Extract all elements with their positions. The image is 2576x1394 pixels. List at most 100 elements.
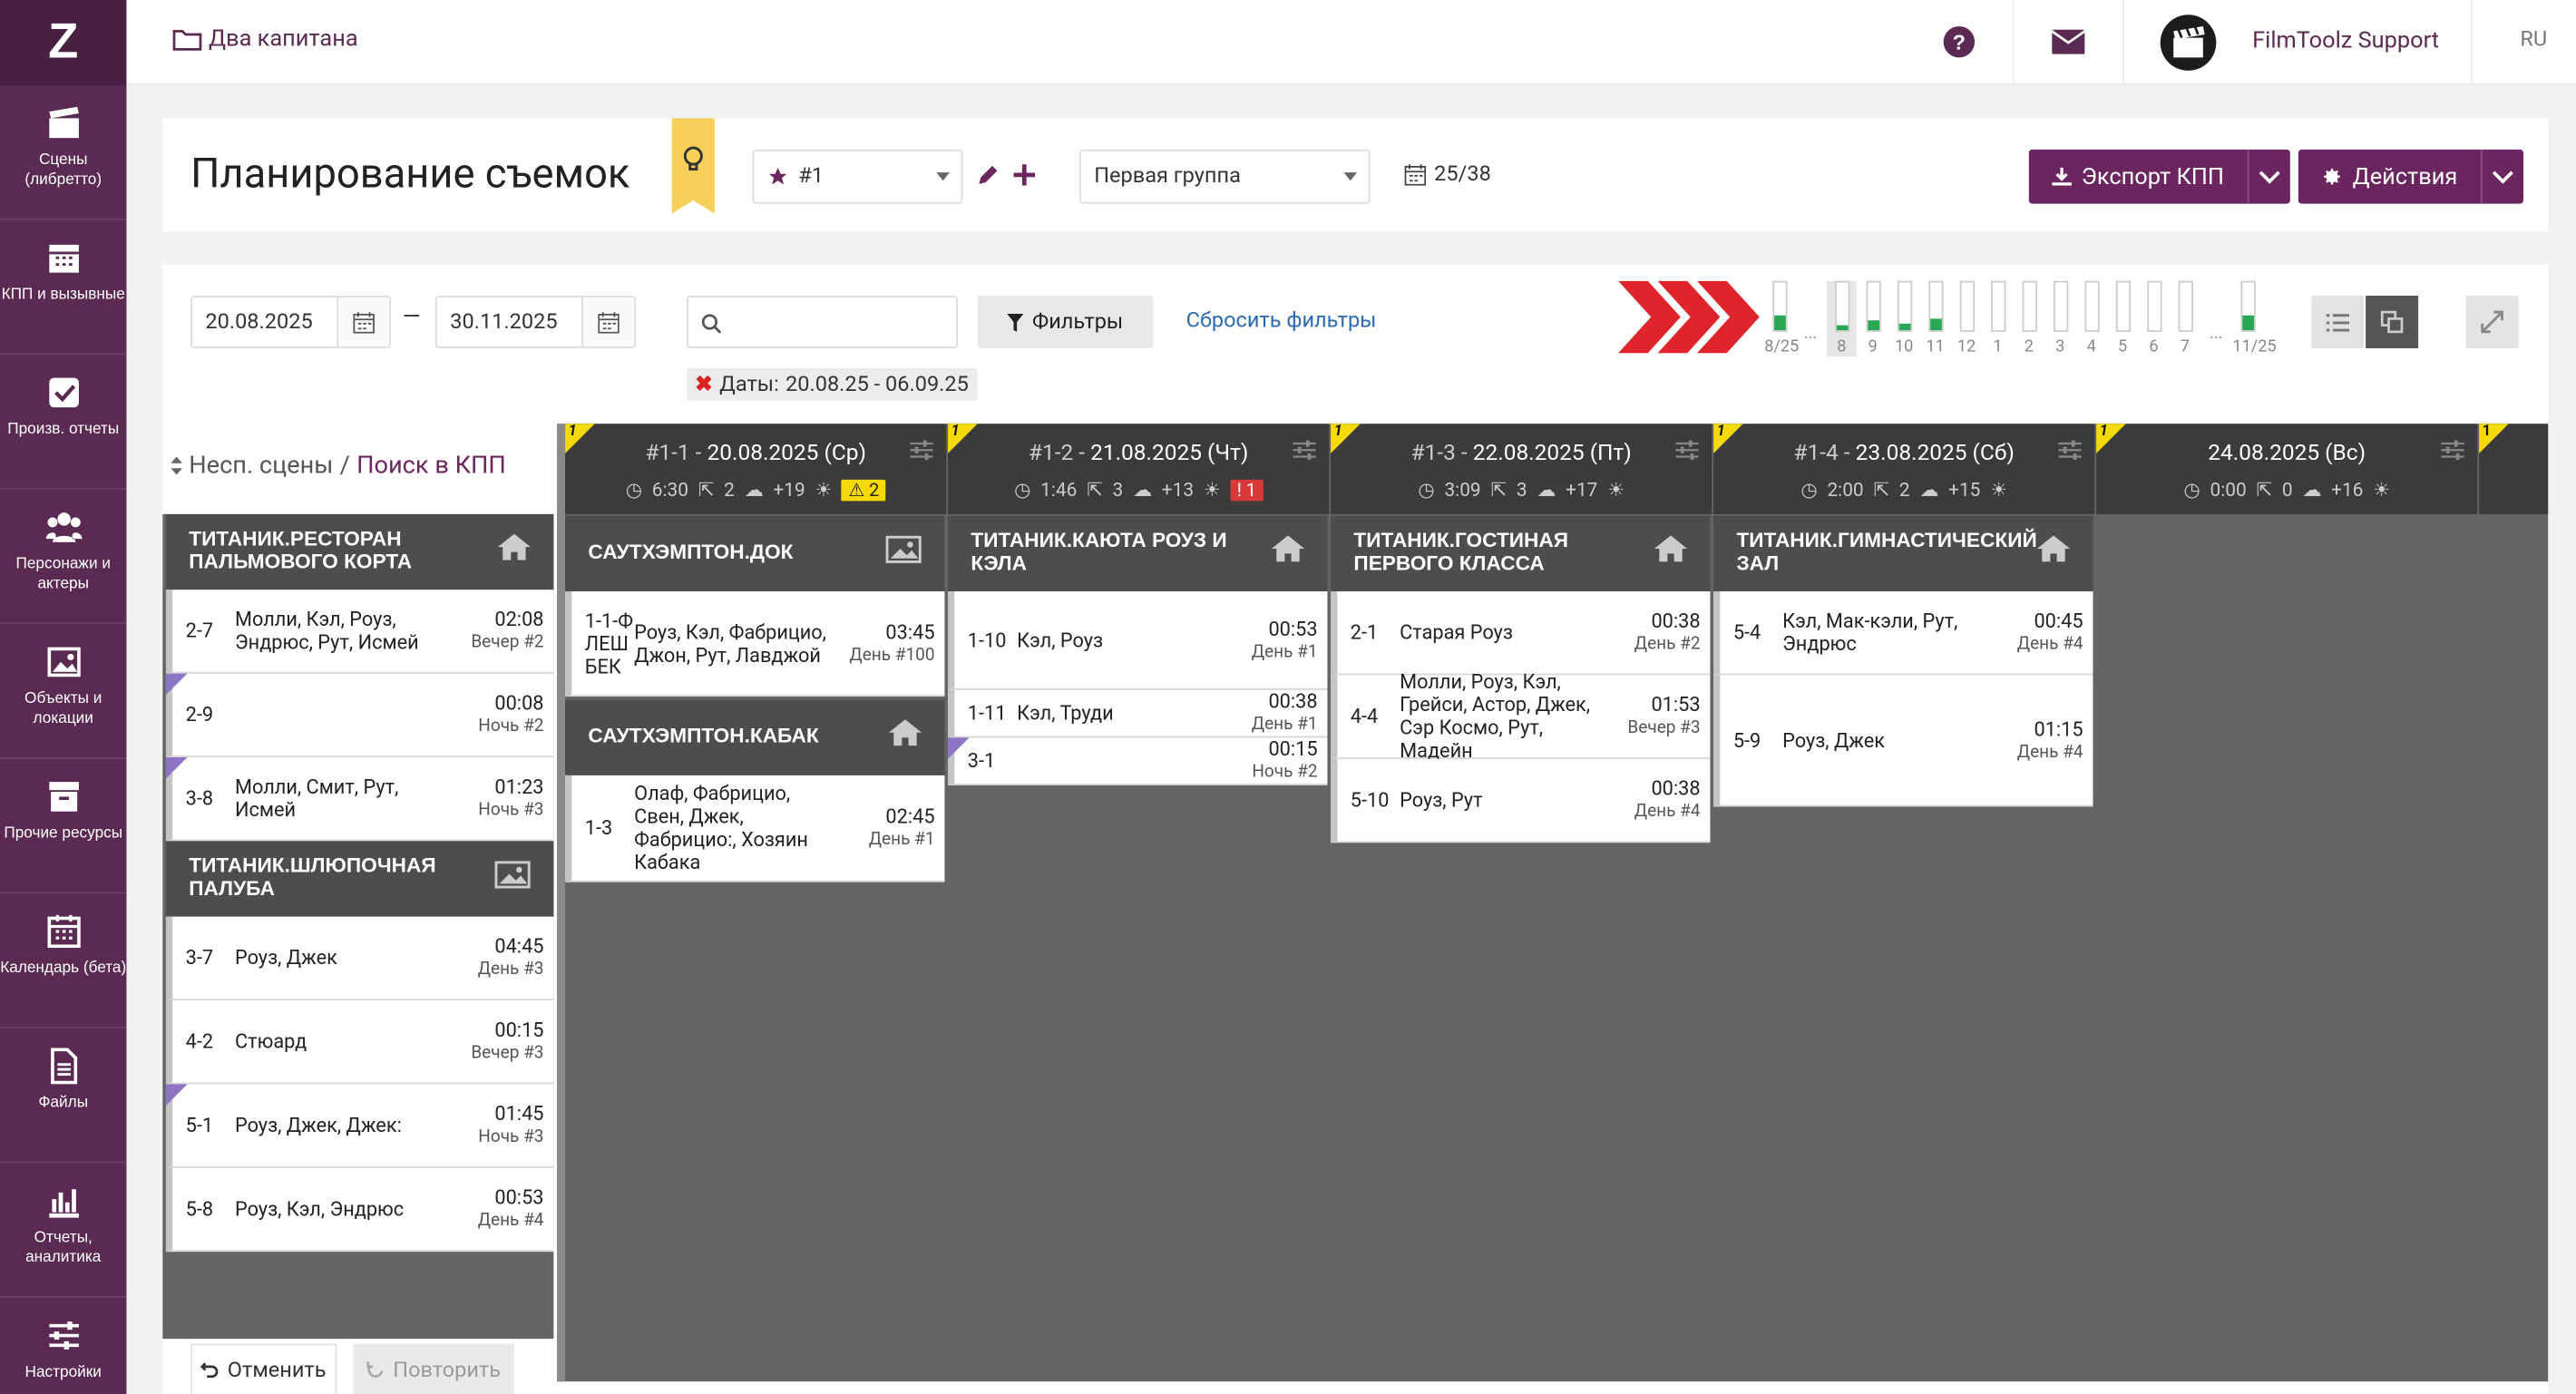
- help-icon[interactable]: ?: [1943, 25, 1976, 58]
- location-header[interactable]: САУТХЭМПТОН.КАБАК: [565, 699, 945, 775]
- sidebar-item-9[interactable]: Настройки: [0, 1298, 126, 1394]
- timeline-day[interactable]: 8: [1827, 280, 1857, 357]
- scene-card[interactable]: 3-1 00:15 Ночь #2: [948, 737, 1328, 785]
- sliders-icon[interactable]: [2058, 440, 2082, 461]
- board-scrollbar[interactable]: [556, 424, 566, 1382]
- timeline-day[interactable]: 6: [2139, 280, 2169, 356]
- actions-dropdown-toggle[interactable]: [2480, 149, 2523, 204]
- clock-icon: ◷: [2183, 478, 2200, 502]
- sidebar-item-0[interactable]: Сцены (либретто): [0, 85, 127, 220]
- scene-card[interactable]: 5-10 Роуз, Рут 00:38 День #4: [1331, 758, 1711, 843]
- list-view-toggle[interactable]: [2311, 296, 2365, 348]
- actions-button[interactable]: Действия: [2298, 149, 2523, 204]
- scene-card[interactable]: 1-11 Кэл, Труди 00:38 День #1: [948, 689, 1328, 738]
- location-header[interactable]: ТИТАНИК.ГОСТИНАЯ ПЕРВОГО КЛАССА: [1331, 515, 1711, 592]
- close-icon[interactable]: ✖: [695, 372, 713, 396]
- day-alert-badge[interactable]: ! 1: [1230, 478, 1264, 501]
- timeline-day[interactable]: 7: [2171, 280, 2200, 356]
- scene-card[interactable]: 5-1 Роуз, Джек, Джек: 01:45 Ночь #3: [165, 1084, 554, 1168]
- scene-card[interactable]: 1-3 Олаф, Фабрицио, Свен, Джек, Фабрицио:…: [565, 775, 945, 882]
- calendar-icon[interactable]: [581, 297, 635, 347]
- project-link[interactable]: Два капитана: [172, 26, 358, 53]
- group-select[interactable]: Первая группа: [1078, 149, 1371, 204]
- sidebar-item-1[interactable]: КПП и вызывные: [0, 220, 127, 356]
- scene-card[interactable]: 3-8 Молли, Смит, Рут, Исмей 01:23 Ночь #3: [165, 756, 554, 842]
- scene-card[interactable]: 5-8 Роуз, Кэл, Эндрюс 00:53 День #4: [165, 1167, 554, 1253]
- timeline-day[interactable]: 8/25: [1764, 280, 1799, 356]
- export-button[interactable]: Экспорт КПП: [2028, 149, 2290, 204]
- timeline-day[interactable]: ...: [1796, 268, 1826, 344]
- sliders-icon[interactable]: [2441, 440, 2464, 461]
- date-from-field[interactable]: 20.08.2025: [190, 296, 392, 348]
- timeline-day[interactable]: 11/25: [2232, 280, 2277, 356]
- timeline-day[interactable]: 5: [2108, 280, 2138, 356]
- timeline-day[interactable]: 11: [1920, 280, 1950, 356]
- timeline-day[interactable]: 10: [1889, 280, 1919, 356]
- scene-card[interactable]: 4-2 Стюард 00:15 Вечер #3: [165, 1000, 554, 1085]
- location-header[interactable]: САУТХЭМПТОН.ДОК: [565, 515, 945, 592]
- timeline-day[interactable]: 9: [1858, 280, 1888, 356]
- sidebar-item-7[interactable]: Файлы: [0, 1028, 127, 1164]
- sliders-icon[interactable]: [1293, 440, 1316, 461]
- pencil-icon[interactable]: [976, 164, 999, 187]
- scene-card[interactable]: 2-1 Старая Роуз 00:38 День #2: [1331, 591, 1711, 676]
- shooting-day-header[interactable]: 1 #1-4 - 23.08.2025 (Сб) ◷ 2:00 ⇱ 2 ☁ +15 ☀: [1713, 424, 2095, 514]
- timeline-day[interactable]: 4: [2076, 280, 2106, 356]
- redo-button[interactable]: Повторить: [353, 1343, 514, 1394]
- sunrise-icon: ☀: [1990, 478, 2007, 502]
- sidebar-item-3[interactable]: Персонажи и актеры: [0, 490, 127, 625]
- location-header[interactable]: ТИТАНИК.ШЛЮПОЧНАЯ ПАЛУБА: [165, 841, 554, 917]
- fullscreen-toggle[interactable]: [2465, 296, 2519, 348]
- timeline-day[interactable]: 1: [1983, 280, 2013, 356]
- search-input[interactable]: [687, 296, 958, 348]
- export-dropdown-toggle[interactable]: [2247, 149, 2289, 204]
- scene-card[interactable]: 5-4 Кэл, Мак-кэли, Рут, Эндрюс 00:45 День #…: [1713, 591, 2093, 676]
- sliders-icon[interactable]: [910, 440, 933, 461]
- app-logo[interactable]: Z: [0, 0, 127, 86]
- day-alert-badge[interactable]: ⚠ 2: [842, 478, 886, 501]
- location-header[interactable]: ТИТАНИК.КАЮТА РОУЗ И КЭЛА: [948, 515, 1328, 592]
- timeline-scroll-left-icon[interactable]: [1618, 280, 1760, 354]
- reset-filters-link[interactable]: Сбросить фильтры: [1186, 309, 1377, 334]
- language-switch[interactable]: RU: [2520, 28, 2547, 53]
- scene-card[interactable]: 1-10 Кэл, Роуз 00:53 День #1: [948, 591, 1328, 690]
- scene-card[interactable]: 3-7 Роуз, Джек 04:45 День #3: [165, 916, 554, 1001]
- scene-card[interactable]: 5-9 Роуз, Джек 01:15 День #4: [1713, 675, 2093, 807]
- next-day-header[interactable]: 1: [2479, 424, 2549, 514]
- user-avatar[interactable]: [2160, 15, 2217, 71]
- mail-icon[interactable]: [2052, 29, 2085, 54]
- timeline-day[interactable]: ...: [2201, 268, 2231, 344]
- timeline-day[interactable]: 2: [2015, 280, 2044, 356]
- tab-search-schedule[interactable]: Поиск в КПП: [356, 450, 506, 480]
- location-header[interactable]: ТИТАНИК.РЕСТОРАН ПАЛЬМОВОГО КОРТА: [165, 513, 554, 590]
- board-view-toggle[interactable]: [2366, 296, 2419, 348]
- tab-unscheduled[interactable]: Несп. сцены: [189, 450, 333, 480]
- sort-icon[interactable]: [171, 455, 183, 474]
- calendar-icon[interactable]: [337, 297, 390, 347]
- sidebar-item-2[interactable]: Произв. отчеты: [0, 355, 127, 490]
- sliders-icon[interactable]: [1675, 440, 1699, 461]
- shooting-day-header[interactable]: 1 #1-3 - 22.08.2025 (Пт) ◷ 3:09 ⇱ 3 ☁ +17 ☀: [1331, 424, 1712, 514]
- filters-button[interactable]: Фильтры: [977, 296, 1154, 348]
- scene-card[interactable]: 2-7 Молли, Кэл, Роуз, Эндрюс, Рут, Исмей 0…: [165, 590, 554, 674]
- plus-icon[interactable]: [1013, 164, 1036, 186]
- tip-bookmark[interactable]: [671, 118, 715, 214]
- user-name[interactable]: FilmToolz Support: [2252, 28, 2439, 54]
- sidebar-item-8[interactable]: Отчеты, аналитика: [0, 1163, 127, 1298]
- timeline-day[interactable]: 3: [2045, 280, 2075, 356]
- scene-card[interactable]: 2-9 00:08 Ночь #2: [165, 673, 554, 757]
- shooting-day-header[interactable]: 1 #1-1 - 20.08.2025 (Ср) ◷ 6:30 ⇱ 2 ☁ +19 ☀ ⚠ 2: [565, 424, 947, 514]
- timeline-day[interactable]: 12: [1952, 280, 1982, 356]
- location-header[interactable]: ТИТАНИК.ГИМНАСТИЧЕСКИЙ ЗАЛ: [1713, 515, 2093, 592]
- undo-button[interactable]: Отменить: [190, 1343, 337, 1394]
- sidebar-item-5[interactable]: Прочие ресурсы: [0, 759, 127, 894]
- scene-card[interactable]: 1-1-Ф ЛЕШ БЕК Роуз, Кэл, Фабрицио, Джон, …: [565, 591, 945, 697]
- version-value: #1: [798, 164, 824, 190]
- scene-card[interactable]: 4-4 Молли, Роуз, Кэл, Грейси, Астор, Джек…: [1331, 670, 1711, 762]
- date-to-field[interactable]: 30.11.2025: [434, 296, 636, 348]
- shooting-day-header[interactable]: 1 24.08.2025 (Вс) ◷ 0:00 ⇱ 0 ☁ +16 ☀: [2096, 424, 2478, 514]
- version-select[interactable]: #1: [752, 149, 963, 204]
- sidebar-item-6[interactable]: Календарь (бета): [0, 893, 127, 1028]
- shooting-day-header[interactable]: 1 #1-2 - 21.08.2025 (Чт) ◷ 1:46 ⇱ 3 ☁ +13 ☀ ! 1: [948, 424, 1330, 514]
- sidebar-item-4[interactable]: Объекты и локации: [0, 624, 127, 759]
